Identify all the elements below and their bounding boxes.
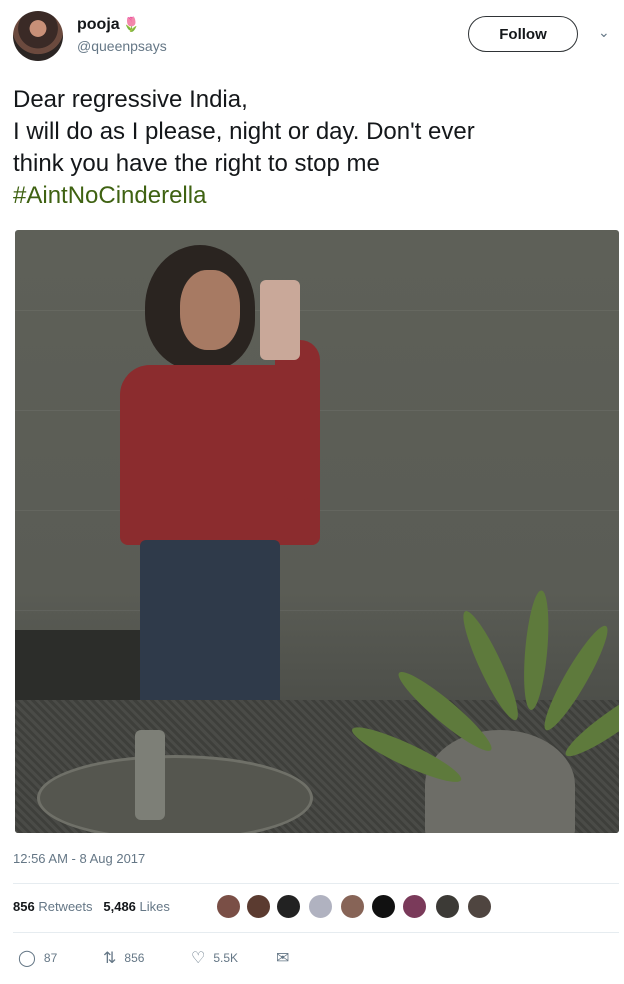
reply-icon: ◯ [18,950,36,967]
chevron-down-icon[interactable]: ⌄ [598,24,610,41]
liker-avatar[interactable] [370,893,397,920]
display-name-text: pooja [77,16,120,33]
tweet-stats: 856 Retweets 5,486 Likes [13,899,170,914]
divider [13,883,619,884]
retweets-stat[interactable]: 856 Retweets [13,899,93,914]
liker-avatar[interactable] [215,893,242,920]
like-count: 5.5K [213,951,239,965]
follow-button[interactable]: Follow [468,16,578,52]
tweet-line: Dear regressive India, [13,86,248,113]
liker-avatar[interactable] [434,893,461,920]
liker-avatar[interactable] [275,893,302,920]
liker-avatar[interactable] [339,893,366,920]
hashtag-link[interactable]: #AintNoCinderella [13,180,613,212]
reply-count: 87 [43,951,58,965]
avatar[interactable] [13,11,63,61]
like-icon: ♡ [191,950,206,967]
dm-icon: ✉ [276,950,290,967]
liker-avatar[interactable] [307,893,334,920]
sink-shape [37,755,313,833]
liker-avatar[interactable] [466,893,493,920]
liker-avatar[interactable] [245,893,272,920]
retweet-icon: ⇅ [103,950,117,967]
likes-stat[interactable]: 5,486 Likes [103,899,170,914]
tweet-photo[interactable] [15,230,619,833]
tap-shape [135,730,165,820]
tweet-text: Dear regressive India, I will do as I pl… [13,84,613,212]
person-figure [110,245,330,710]
display-name[interactable]: pooja 🌷 [77,16,140,34]
retweet-button[interactable]: ⇅ 856 [103,948,144,968]
tweet-line: think you have the right to stop me [13,150,380,177]
plant-shape [347,580,619,833]
divider [13,932,619,933]
liker-avatar[interactable] [401,893,428,920]
dm-button[interactable]: ✉ [276,948,289,968]
user-handle[interactable]: @queenpsays [77,38,167,54]
tulip-emoji: 🌷 [122,16,141,32]
tweet-line: I will do as I please, night or day. Don… [13,118,475,145]
like-button[interactable]: ♡ 5.5K [191,948,238,968]
tweet-timestamp[interactable]: 12:56 AM - 8 Aug 2017 [13,851,145,866]
reply-button[interactable]: ◯ 87 [18,948,57,968]
retweet-count: 856 [124,951,145,965]
tweet-header: pooja 🌷 @queenpsays Follow ⌄ [13,11,613,65]
